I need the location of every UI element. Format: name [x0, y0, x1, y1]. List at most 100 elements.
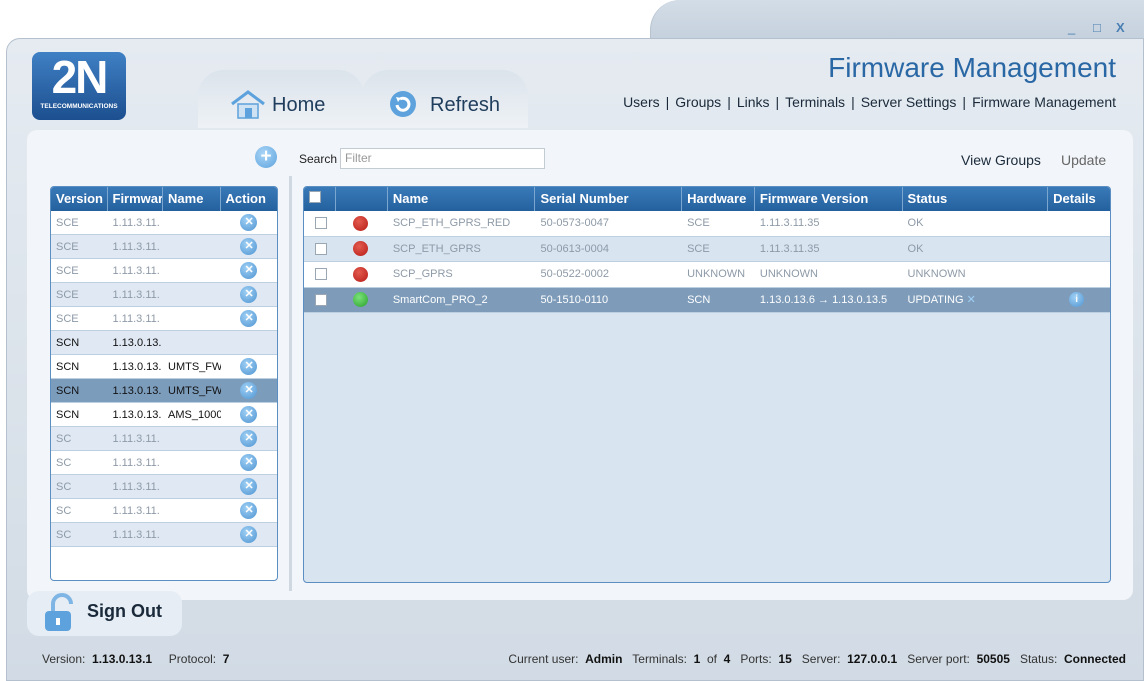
row-checkbox[interactable]: [315, 242, 327, 255]
firmware-row[interactable]: SCN 1.13.0.13. UMTS_FW ✕: [51, 379, 277, 403]
nav-firmware-management[interactable]: Firmware Management: [972, 94, 1116, 110]
col-hardware[interactable]: Hardware: [682, 187, 755, 211]
row-select-cell: [304, 217, 336, 230]
firmware-row[interactable]: SCN 1.13.0.13. AMS_1000 ✕: [51, 403, 277, 427]
firmware-number-cell: 1.11.3.11.: [112, 504, 160, 517]
delete-firmware-icon[interactable]: ✕: [239, 238, 257, 255]
firmware-row[interactable]: SC 1.11.3.11. ✕: [51, 451, 277, 475]
serial-number-cell: 50-0522-0002: [540, 268, 609, 281]
delete-firmware-icon[interactable]: ✕: [239, 526, 257, 543]
add-firmware-button[interactable]: +: [255, 146, 277, 168]
status-text: OK: [907, 217, 924, 230]
firmware-row[interactable]: SCE 1.11.3.11. ✕: [51, 307, 277, 331]
details-cell: i: [1048, 292, 1110, 308]
terminal-row[interactable]: SmartCom_PRO_2 50-1510-0110 SCN 1.13.0.13.6…: [304, 287, 1110, 313]
firmware-number-cell: 1.11.3.11.: [112, 480, 160, 493]
delete-firmware-icon[interactable]: ✕: [239, 430, 257, 447]
search-input[interactable]: Filter: [340, 148, 545, 169]
version-value: 1.13.0.13.1: [92, 652, 153, 666]
firmware-action-cell: ✕: [221, 214, 278, 231]
delete-firmware-icon[interactable]: ✕: [239, 214, 257, 231]
connection-state-cell: [336, 266, 388, 282]
firmware-action-cell: ✕: [221, 430, 278, 447]
delete-firmware-icon[interactable]: ✕: [239, 478, 257, 495]
update-button[interactable]: Update: [1061, 152, 1106, 168]
connection-state-cell: [336, 215, 388, 231]
status-text: UPDATING: [907, 294, 964, 307]
col-select-all[interactable]: [304, 187, 336, 211]
connection-state-icon: [352, 215, 368, 231]
nav-groups[interactable]: Groups: [675, 94, 721, 110]
cancel-update-icon[interactable]: ✕: [964, 294, 976, 306]
firmware-row[interactable]: SCN 1.13.0.13. UMTS_FW ✕: [51, 355, 277, 379]
firmware-list: Version Firmware Name Action SCE 1.11.3.1…: [50, 186, 278, 581]
unlock-icon[interactable]: [41, 592, 81, 632]
firmware-version-cell: SCE: [56, 240, 79, 253]
terminal-row[interactable]: SCP_GPRS 50-0522-0002 UNKNOWN UNKNOWN UNKNOW…: [304, 262, 1110, 288]
minimize-button[interactable]: _: [1068, 20, 1075, 35]
view-groups-button[interactable]: View Groups: [961, 152, 1041, 168]
col-version[interactable]: Version: [51, 187, 108, 211]
server-label: Server:: [801, 652, 841, 666]
firmware-row[interactable]: SCE 1.11.3.11. ✕: [51, 211, 277, 235]
nav-users[interactable]: Users: [623, 94, 660, 110]
panel-splitter[interactable]: [289, 176, 292, 591]
info-icon[interactable]: i: [1069, 292, 1085, 308]
firmware-version-cell: 1.11.3.11.35: [759, 242, 820, 255]
row-checkbox[interactable]: [315, 268, 327, 281]
firmware-row[interactable]: SCE 1.11.3.11. ✕: [51, 259, 277, 283]
serial-number-cell: 50-1510-0110: [540, 293, 609, 306]
firmware-number-cell: 1.11.3.11.: [112, 264, 160, 277]
firmware-name-cell: UMTS_FW: [168, 360, 221, 373]
server-port-label: Server port:: [907, 652, 970, 666]
hardware-cell: SCE: [687, 217, 710, 230]
delete-firmware-icon[interactable]: ✕: [239, 382, 257, 399]
col-serial[interactable]: Serial Number: [535, 187, 683, 211]
hardware-cell: SCN: [687, 293, 711, 306]
delete-firmware-icon[interactable]: ✕: [239, 358, 257, 375]
delete-firmware-icon[interactable]: ✕: [239, 262, 257, 279]
col-details[interactable]: Details: [1048, 187, 1110, 211]
delete-firmware-icon[interactable]: ✕: [239, 310, 257, 327]
firmware-row[interactable]: SC 1.11.3.11. ✕: [51, 475, 277, 499]
nav-links[interactable]: Links: [737, 94, 770, 110]
delete-firmware-icon[interactable]: ✕: [239, 406, 257, 423]
nav-server-settings[interactable]: Server Settings: [861, 94, 957, 110]
col-name[interactable]: Name: [388, 187, 536, 211]
firmware-row[interactable]: SCE 1.11.3.11. ✕: [51, 235, 277, 259]
home-label[interactable]: Home: [272, 94, 325, 117]
connection-state-cell: [336, 241, 388, 257]
row-checkbox[interactable]: [315, 293, 327, 306]
firmware-action-cell: ✕: [221, 310, 278, 327]
firmware-version-cell: SC: [56, 480, 72, 493]
serial-number-cell: 50-0573-0047: [540, 217, 609, 230]
firmware-row[interactable]: SCE 1.11.3.11. ✕: [51, 283, 277, 307]
col-firmware[interactable]: Firmware: [108, 187, 164, 211]
firmware-version-cell: SCE: [56, 288, 79, 301]
maximize-button[interactable]: □: [1093, 20, 1101, 35]
firmware-version-cell: SC: [56, 456, 72, 469]
sign-out-button[interactable]: Sign Out: [87, 601, 162, 622]
firmware-action-cell: ✕: [221, 406, 278, 423]
col-action[interactable]: Action: [221, 187, 277, 211]
firmware-row[interactable]: SC 1.11.3.11. ✕: [51, 499, 277, 523]
nav-terminals[interactable]: Terminals: [785, 94, 845, 110]
select-all-checkbox[interactable]: [309, 191, 321, 203]
delete-firmware-icon[interactable]: ✕: [239, 502, 257, 519]
firmware-version-cell: UNKNOWN: [759, 268, 818, 281]
delete-firmware-icon[interactable]: ✕: [239, 454, 257, 471]
firmware-row[interactable]: SC 1.11.3.11. ✕: [51, 523, 277, 547]
firmware-row[interactable]: SCN 1.13.0.13.: [51, 331, 277, 355]
terminal-row[interactable]: SCP_ETH_GPRS_RED 50-0573-0047 SCE 1.11.3.11…: [304, 211, 1110, 237]
row-checkbox[interactable]: [315, 217, 327, 230]
terminal-row[interactable]: SCP_ETH_GPRS 50-0613-0004 SCE 1.11.3.11.35 O…: [304, 236, 1110, 262]
col-status[interactable]: Status: [903, 187, 1049, 211]
delete-firmware-icon[interactable]: ✕: [239, 286, 257, 303]
firmware-row[interactable]: SC 1.11.3.11. ✕: [51, 427, 277, 451]
firmware-version-cell: 1.11.3.11.35: [759, 217, 820, 230]
col-name[interactable]: Name: [163, 187, 221, 211]
col-firmware-version[interactable]: Firmware Version: [755, 187, 903, 211]
firmware-number-cell: 1.11.3.11.: [112, 312, 160, 325]
refresh-label[interactable]: Refresh: [430, 94, 500, 117]
close-button[interactable]: X: [1116, 20, 1125, 35]
